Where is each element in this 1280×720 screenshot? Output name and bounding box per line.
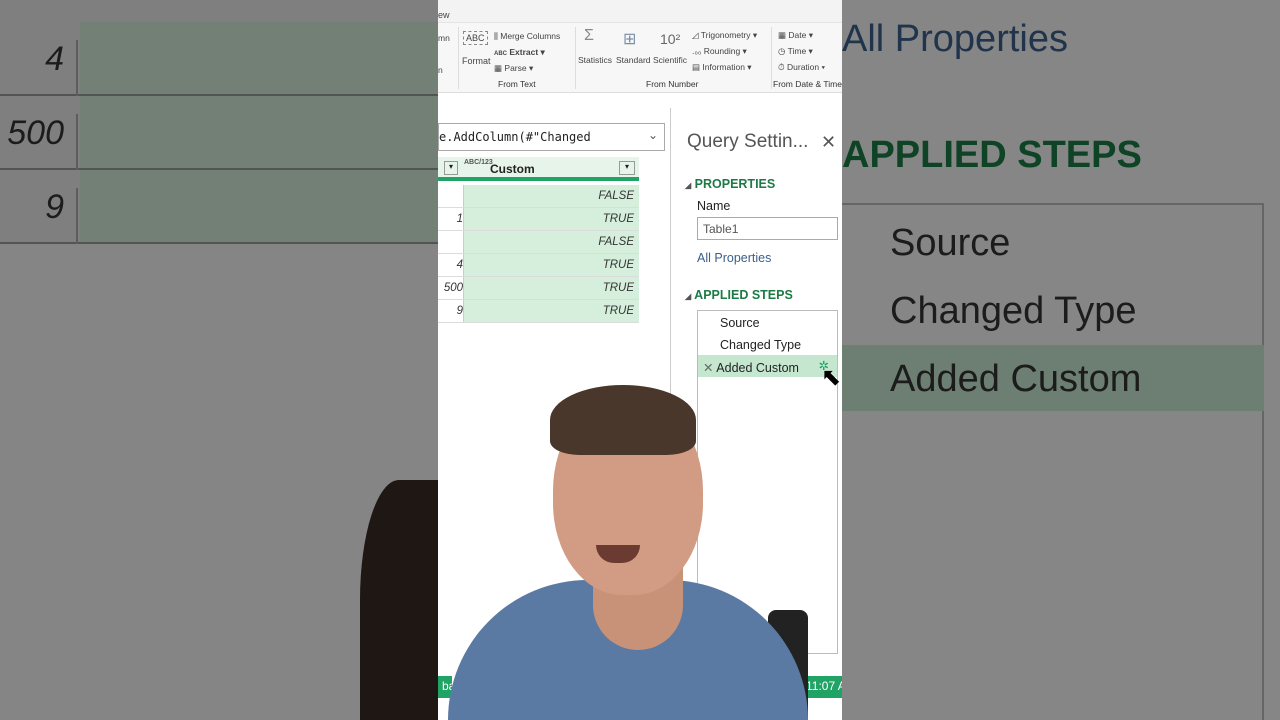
data-grid: ▾ ABC/123 Custom ▾ FALSE 1 TRUE FALSE 4 TR… [438, 157, 639, 323]
properties-section[interactable]: ◢ PROPERTIES [685, 177, 775, 191]
query-settings-title: Query Settin... [687, 131, 809, 152]
trigonometry-button[interactable]: ◿ Trigonometry ▾ [692, 30, 757, 41]
group-from-date-time: From Date & Time [773, 79, 842, 89]
date-button[interactable]: ▦ Date ▾ [778, 30, 813, 41]
all-properties-link[interactable]: All Properties [697, 251, 771, 265]
parse-label: Parse ▾ [504, 63, 534, 73]
statistics-button[interactable]: Statistics [578, 55, 612, 65]
name-label: Name [697, 199, 731, 213]
extract-button[interactable]: ABC Extract ▾ [494, 47, 545, 58]
status-bar-clock: 11:07 A [802, 676, 842, 698]
information-label: Information ▾ [702, 62, 752, 72]
table-row: FALSE [438, 231, 639, 254]
step-added-custom[interactable]: ✕ Added Custom ✲ [698, 355, 837, 377]
column-header-custom[interactable]: ▾ ABC/123 Custom ▾ [438, 157, 639, 181]
scientific-button[interactable]: Scientific [653, 55, 687, 65]
format-icon: ABC [463, 31, 488, 45]
group-from-text: From Text [498, 79, 536, 89]
scientific-icon: 10² [660, 31, 681, 47]
ribbon-partial[interactable]: n [438, 65, 443, 75]
step-source[interactable]: Source [698, 311, 837, 333]
name-input[interactable] [697, 217, 838, 240]
filter-dropdown-icon[interactable]: ▾ [444, 161, 458, 175]
table-row: 1 TRUE [438, 208, 639, 231]
blurred-background-right: All Properties APPLIED STEPS Source Chan… [842, 0, 1280, 720]
step-label: Source [720, 316, 760, 330]
duration-button[interactable]: ⏱ Duration ▾ [778, 62, 825, 73]
type-icon[interactable]: ABC/123 [464, 159, 493, 167]
step-label: Added Custom [716, 361, 799, 375]
collapse-icon: ◢ [685, 181, 692, 190]
cell: 4 [456, 259, 463, 271]
delete-step-icon[interactable]: ✕ [703, 361, 713, 375]
cell-custom: TRUE [463, 300, 639, 322]
close-icon[interactable]: ✕ [821, 132, 836, 153]
table-row: 4 TRUE [438, 254, 639, 277]
cell-custom: TRUE [463, 277, 639, 299]
cell-custom: TRUE [463, 254, 639, 276]
mouse-cursor-icon: ⬉ [821, 364, 842, 391]
extract-label: Extract ▾ [509, 47, 545, 57]
ribbon: ew mn n ABC Format ⫼ Merge Columns ABC E… [438, 0, 842, 93]
cell: 1 [456, 213, 463, 225]
group-from-number: From Number [646, 79, 699, 89]
abc123-icon: ABC [494, 51, 507, 57]
information-button[interactable]: ▤ Information ▾ [692, 62, 752, 73]
cell-custom: FALSE [463, 231, 639, 253]
formula-text: e.AddColumn(#"Changed [439, 130, 591, 144]
status-bar-left: ba [438, 676, 455, 698]
ribbon-tab[interactable]: ew [438, 10, 450, 20]
time-button[interactable]: ◷ Time ▾ [778, 46, 813, 57]
table-row: 500 TRUE [438, 277, 639, 300]
cell: 9 [456, 305, 463, 317]
merge-columns-button[interactable]: ⫼ Merge Columns [494, 31, 560, 42]
rounding-label: Rounding ▾ [703, 46, 747, 56]
blurred-background-left: 4 500 9 [0, 0, 438, 720]
formula-bar[interactable]: e.AddColumn(#"Changed ⌄ [438, 123, 665, 151]
duration-label: Duration ▾ [787, 62, 826, 72]
filter-dropdown-icon[interactable]: ▾ [619, 161, 635, 175]
cell: 500 [443, 282, 463, 294]
query-settings-pane: Query Settin... ✕ ◢ PROPERTIES Name All … [670, 108, 842, 688]
standard-button[interactable]: Standard [616, 55, 651, 65]
merge-columns-label: Merge Columns [500, 31, 561, 41]
chevron-down-icon[interactable]: ⌄ [648, 128, 658, 142]
time-label: Time ▾ [787, 46, 813, 56]
step-changed-type[interactable]: Changed Type [698, 333, 837, 355]
cell-custom: FALSE [463, 185, 639, 207]
power-query-editor: ew mn n ABC Format ⫼ Merge Columns ABC E… [438, 0, 842, 720]
date-label: Date ▾ [788, 30, 813, 40]
parse-button[interactable]: ▦ Parse ▾ [494, 63, 533, 74]
step-label: Changed Type [720, 338, 802, 352]
collapse-icon: ◢ [685, 292, 692, 301]
table-row: 9 TRUE [438, 300, 639, 323]
applied-steps-section[interactable]: ◢ APPLIED STEPS [685, 288, 793, 302]
rounding-button[interactable]: .₀₀ Rounding ▾ [692, 46, 747, 57]
trigonometry-label: Trigonometry ▾ [700, 30, 758, 40]
table-row: FALSE [438, 185, 639, 208]
ribbon-partial[interactable]: mn [438, 33, 450, 43]
format-button[interactable]: Format [462, 56, 491, 66]
applied-steps-list: Source Changed Type ✕ Added Custom ✲ [697, 310, 838, 654]
standard-icon: ⊞ [623, 31, 637, 48]
cell-custom: TRUE [463, 208, 639, 230]
properties-heading: PROPERTIES [694, 177, 776, 191]
column-header-label: Custom [490, 162, 535, 176]
applied-steps-heading: APPLIED STEPS [694, 288, 793, 302]
statistics-icon: Σ [584, 27, 594, 44]
